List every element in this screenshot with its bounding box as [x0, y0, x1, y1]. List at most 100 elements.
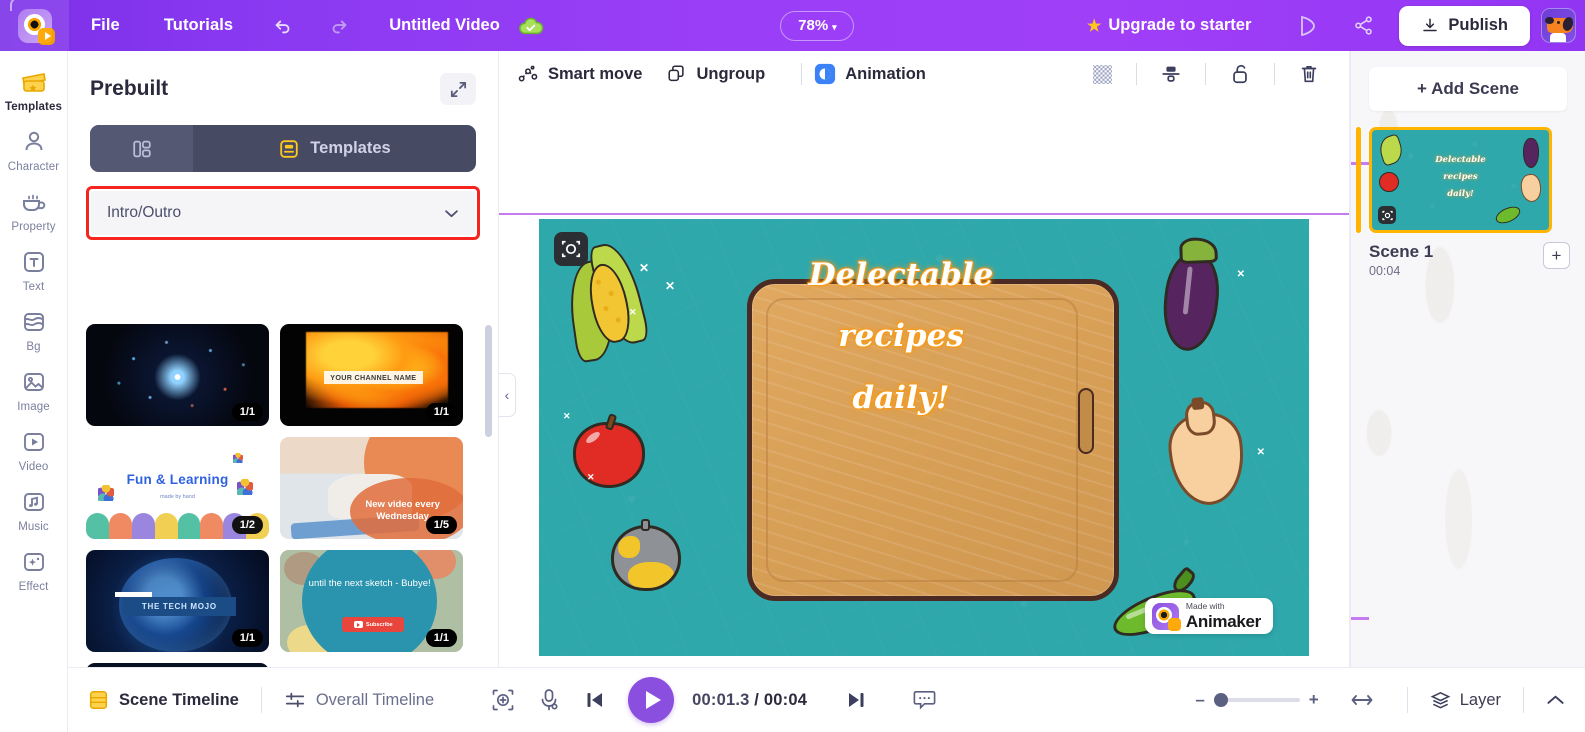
timeline-zoom-slider[interactable]: – + [1195, 690, 1318, 710]
panel-scrollbar[interactable] [485, 325, 492, 437]
cup-icon [19, 187, 49, 217]
add-scene-inline-button[interactable]: + [1543, 242, 1570, 269]
template-grid: 1/1 YOUR CHANNEL NAME 1/1 Fun & Learning… [68, 312, 498, 667]
smart-move-label: Smart move [548, 64, 643, 83]
user-avatar[interactable] [1541, 8, 1576, 43]
templates-icon [278, 138, 300, 160]
smoke-art [305, 332, 449, 408]
board-text-line-3: daily! [852, 379, 950, 416]
menu-tutorials[interactable]: Tutorials [142, 0, 255, 51]
expand-timeline-icon[interactable] [1546, 694, 1565, 706]
template-badge: 1/2 [231, 516, 263, 534]
app-logo[interactable] [0, 0, 69, 51]
add-scene-button[interactable]: + Add Scene [1369, 67, 1567, 111]
template-card-sketch-outro[interactable]: until the next sketch - Bubye! Subscribe… [280, 550, 463, 652]
background-icon [19, 307, 49, 337]
smart-move-button[interactable]: Smart move [517, 64, 656, 84]
bottom-divider [260, 687, 262, 713]
project-title[interactable]: Untitled Video [367, 16, 514, 35]
skip-previous-icon[interactable] [572, 680, 618, 720]
template-card-fun-learning[interactable]: Fun & Learning made by hand 1/2 [86, 437, 269, 539]
unlock-icon[interactable] [1218, 57, 1262, 91]
tab-templates[interactable]: Templates [193, 125, 476, 172]
sidebar-item-video[interactable]: Video [0, 427, 67, 473]
bottom-bar: Scene Timeline Overall Timeline 00:01.3 … [68, 667, 1585, 732]
scene-timeline-button[interactable]: Scene Timeline [88, 689, 239, 711]
tab-scenes[interactable] [90, 125, 193, 172]
sparkle-icon: ✕ [587, 472, 595, 482]
sidebar-item-text[interactable]: Text [0, 247, 67, 293]
template-card-galaxy[interactable]: 1/1 [86, 324, 269, 426]
text-icon [19, 247, 49, 277]
publish-label: Publish [1448, 16, 1508, 34]
template-card-tech-mojo[interactable]: THE TECH MOJO 1/1 [86, 550, 269, 652]
subscribe-label: Subscribe [366, 621, 393, 628]
scene-thumbnail[interactable]: Delectable recipes daily! [1369, 127, 1552, 233]
animation-icon [814, 63, 836, 85]
canvas-toolbar-right [1080, 57, 1331, 91]
star-icon: ★ [1087, 17, 1102, 35]
selected-object-icon[interactable] [554, 232, 588, 266]
layers-icon [1430, 690, 1451, 711]
share-icon[interactable] [1335, 0, 1391, 51]
skip-next-icon[interactable] [833, 680, 879, 720]
zoom-slider-track[interactable] [1213, 693, 1300, 707]
sidebar-item-effect[interactable]: Effect [0, 547, 67, 593]
scene-canvas[interactable]: ✕ ✕ ✕ ✕ ✕ ✕ ✕ Delectable recipes daily! … [539, 219, 1309, 656]
align-icon[interactable] [1149, 57, 1193, 91]
sidebar-label-effect: Effect [18, 581, 49, 593]
animaker-logo-icon [17, 8, 55, 45]
panel-header: Prebuilt [68, 51, 498, 105]
sidebar-item-character[interactable]: Character [0, 127, 67, 173]
undo-icon[interactable] [255, 0, 311, 51]
microphone-icon[interactable] [526, 680, 572, 720]
expand-icon[interactable] [440, 73, 476, 105]
avatar-nose [1545, 17, 1554, 24]
sidebar-item-templates[interactable]: Templates [0, 67, 67, 113]
zoom-level-selector[interactable]: 78% ▾ [780, 10, 855, 41]
publish-button[interactable]: Publish [1399, 5, 1530, 46]
redo-icon[interactable] [311, 0, 367, 51]
category-dropdown[interactable]: Intro/Outro [91, 191, 475, 235]
ungroup-button[interactable]: Ungroup [666, 64, 779, 84]
add-transition-icon[interactable] [480, 680, 526, 720]
toolbar-divider [1205, 63, 1206, 85]
mini-selected-object-icon [1378, 206, 1396, 224]
template-badge: 1/1 [425, 403, 457, 421]
panel-tabs: Templates [90, 125, 476, 172]
subtitle-icon[interactable] [901, 680, 947, 720]
zoom-out-button[interactable]: – [1195, 690, 1204, 710]
canvas-toolbar: Smart move Ungroup Animation [499, 51, 1349, 97]
toolbar-divider [1136, 63, 1137, 85]
sidebar-item-music[interactable]: Music [0, 487, 67, 533]
upgrade-button[interactable]: ★ Upgrade to starter [1087, 16, 1251, 36]
chevron-down-icon [444, 209, 459, 218]
sketch-circle [301, 550, 438, 652]
fit-width-icon[interactable] [1339, 680, 1385, 720]
zoom-in-button[interactable]: + [1309, 690, 1319, 710]
layer-button[interactable]: Layer [1430, 690, 1501, 711]
menu-file[interactable]: File [69, 0, 142, 51]
trash-icon[interactable] [1287, 57, 1331, 91]
sidebar-item-property[interactable]: Property [0, 187, 67, 233]
panel-collapse-button[interactable]: ‹ [499, 373, 516, 417]
play-button[interactable] [628, 677, 675, 723]
artichoke-object[interactable] [611, 519, 681, 593]
overall-timeline-button[interactable]: Overall Timeline [284, 689, 434, 711]
scene-duration: 00:04 [1369, 263, 1401, 278]
template-card-yoga[interactable]: New video every Wednesday 1/5 [280, 437, 463, 539]
effect-icon [19, 547, 49, 577]
logo-hook-icon [10, 0, 20, 11]
template-badge: 1/1 [231, 629, 263, 647]
transparency-icon[interactable] [1080, 57, 1124, 91]
guide-line-top [499, 213, 1349, 215]
sidebar-item-image[interactable]: Image [0, 367, 67, 413]
watermark-brand: Animaker [1185, 611, 1261, 631]
preview-play-icon[interactable] [1279, 0, 1335, 51]
template-badge: 1/1 [231, 403, 263, 421]
sidebar-item-bg[interactable]: Bg [0, 307, 67, 353]
template-card-smoke[interactable]: YOUR CHANNEL NAME 1/1 [280, 324, 463, 426]
animation-button[interactable]: Animation [814, 63, 940, 85]
zoom-slider-knob[interactable] [1213, 693, 1228, 707]
board-text[interactable]: Delectable recipes daily! [539, 245, 1263, 429]
